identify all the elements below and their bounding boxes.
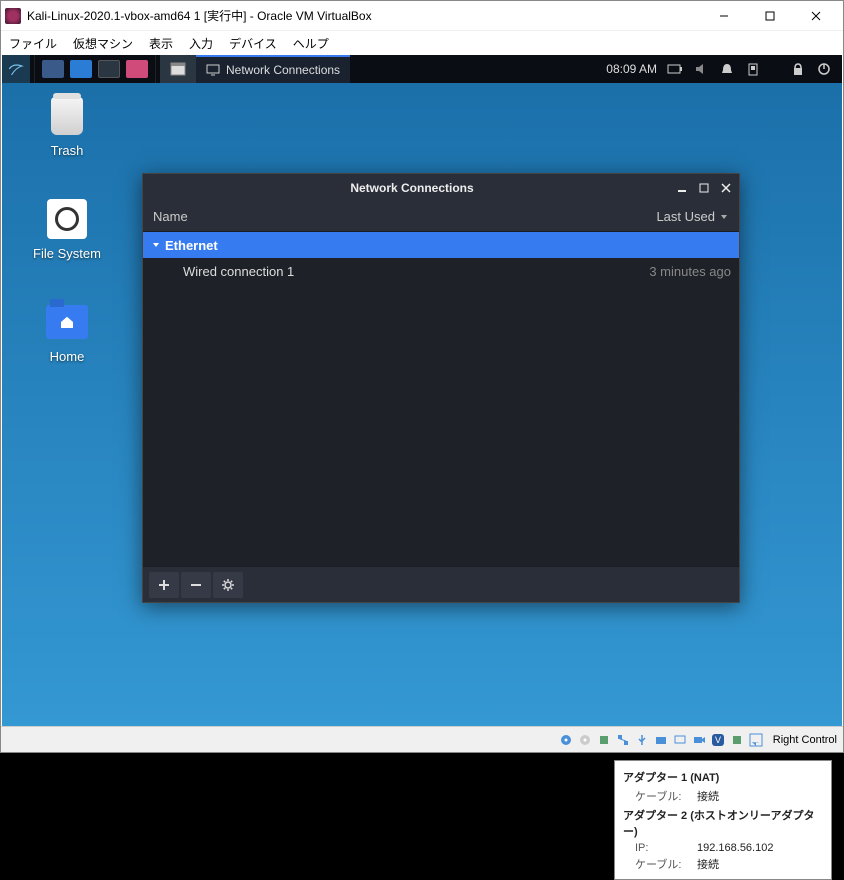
expand-arrow-icon — [151, 240, 161, 250]
desktop-icon-label: File System — [33, 246, 101, 261]
tooltip-ip-value: 192.168.56.102 — [697, 842, 773, 854]
vbox-app-icon — [5, 8, 21, 24]
nc-item-last-used: 3 minutes ago — [649, 264, 731, 279]
tooltip-cable-label: ケーブル: — [635, 788, 697, 804]
sb-mouse-icon[interactable] — [748, 732, 764, 748]
tooltip-adapter2-title: アダプター 2 (ホストオンリーアダプター) — [623, 807, 823, 839]
sb-vboxlogo-icon[interactable]: V — [710, 732, 726, 748]
maximize-button[interactable] — [747, 2, 793, 30]
sb-usb-icon[interactable] — [634, 732, 650, 748]
launcher-desktop-icon[interactable] — [42, 60, 64, 78]
logout-icon[interactable] — [816, 61, 832, 77]
power-icon[interactable] — [745, 61, 761, 77]
desktop-icon-home[interactable]: Home — [22, 301, 112, 364]
desktop-icon-label: Home — [50, 349, 85, 364]
plus-icon — [157, 578, 171, 592]
sb-recording-icon[interactable] — [691, 732, 707, 748]
hostkey-indicator[interactable]: Right Control — [773, 734, 837, 746]
taskbar-item-label: Network Connections — [226, 63, 340, 77]
nc-item-name: Wired connection 1 — [183, 264, 649, 279]
menu-help[interactable]: ヘルプ — [293, 35, 329, 52]
tooltip-cable2-value: 接続 — [697, 856, 719, 872]
sb-cpu-icon[interactable] — [729, 732, 745, 748]
nc-toolbar — [143, 566, 739, 602]
desktop-icon-trash[interactable]: Trash — [22, 95, 112, 158]
taskbar-item-window[interactable] — [160, 55, 196, 83]
sb-display-icon[interactable] — [672, 732, 688, 748]
menu-devices[interactable]: デバイス — [229, 35, 277, 52]
menu-input[interactable]: 入力 — [189, 35, 213, 52]
network-connections-dialog[interactable]: Network Connections Name Last Used Ether… — [142, 173, 740, 603]
kali-panel: Network Connections 08:09 AM — [2, 55, 842, 83]
nc-group-label: Ethernet — [165, 238, 218, 253]
taskbar-item-network-connections[interactable]: Network Connections — [196, 55, 350, 83]
add-connection-button[interactable] — [149, 572, 179, 598]
launcher-files-icon[interactable] — [70, 60, 92, 78]
tooltip-ip-label: IP: — [635, 842, 697, 854]
tooltip-cable2-label: ケーブル: — [635, 856, 697, 872]
sb-audio-icon[interactable] — [596, 732, 612, 748]
nc-minimize-button[interactable] — [675, 181, 689, 195]
nc-group-ethernet[interactable]: Ethernet — [143, 232, 739, 258]
nc-list-header: Name Last Used — [143, 202, 739, 232]
nc-title: Network Connections — [149, 181, 675, 195]
disk-icon — [47, 199, 87, 239]
minimize-button[interactable] — [701, 2, 747, 30]
nc-connection-item[interactable]: Wired connection 1 3 minutes ago — [143, 258, 739, 284]
network-adapter-tooltip: アダプター 1 (NAT) ケーブル: 接続 アダプター 2 (ホストオンリーア… — [614, 760, 832, 880]
guest-desktop[interactable]: Network Connections 08:09 AM Trash — [2, 55, 842, 726]
home-folder-icon — [46, 305, 88, 339]
tooltip-adapter1-title: アダプター 1 (NAT) — [623, 769, 823, 785]
desktop-icons: Trash File System Home — [22, 95, 112, 364]
minus-icon — [189, 578, 203, 592]
vbox-title: Kali-Linux-2020.1-vbox-amd64 1 [実行中] - O… — [27, 7, 701, 24]
menu-view[interactable]: 表示 — [149, 35, 173, 52]
vbox-statusbar: V Right Control — [1, 726, 843, 752]
column-last-used-label: Last Used — [656, 209, 715, 224]
battery-icon[interactable] — [667, 61, 683, 77]
nc-close-button[interactable] — [719, 181, 733, 195]
vbox-menubar: ファイル 仮想マシン 表示 入力 デバイス ヘルプ — [1, 31, 843, 55]
monitor-icon — [206, 63, 220, 77]
vbox-titlebar[interactable]: Kali-Linux-2020.1-vbox-amd64 1 [実行中] - O… — [1, 1, 843, 31]
sb-harddisk-icon[interactable] — [558, 732, 574, 748]
trash-icon — [51, 97, 83, 135]
virtualbox-window: Kali-Linux-2020.1-vbox-amd64 1 [実行中] - O… — [0, 0, 844, 753]
close-button[interactable] — [793, 2, 839, 30]
nc-maximize-button[interactable] — [697, 181, 711, 195]
launcher-terminal-icon[interactable] — [98, 60, 120, 78]
panel-separator — [155, 55, 156, 83]
column-name[interactable]: Name — [153, 209, 656, 224]
sb-optical-icon[interactable] — [577, 732, 593, 748]
desktop-icon-label: Trash — [51, 143, 84, 158]
lock-icon[interactable] — [790, 61, 806, 77]
menu-machine[interactable]: 仮想マシン — [73, 35, 133, 52]
clock[interactable]: 08:09 AM — [606, 62, 657, 76]
svg-text:V: V — [715, 735, 721, 745]
panel-separator — [34, 55, 35, 83]
launcher-app-icon[interactable] — [126, 60, 148, 78]
tooltip-cable-value: 接続 — [697, 788, 719, 804]
notifications-icon[interactable] — [719, 61, 735, 77]
sb-network-icon[interactable] — [615, 732, 631, 748]
volume-icon[interactable] — [693, 61, 709, 77]
nc-titlebar[interactable]: Network Connections — [143, 174, 739, 202]
menu-file[interactable]: ファイル — [9, 35, 57, 52]
kali-menu-icon[interactable] — [2, 55, 30, 83]
sort-arrow-icon — [719, 212, 729, 222]
sb-shared-folders-icon[interactable] — [653, 732, 669, 748]
gear-icon — [221, 578, 235, 592]
column-last-used[interactable]: Last Used — [656, 209, 729, 224]
nc-list[interactable]: Ethernet Wired connection 1 3 minutes ag… — [143, 232, 739, 566]
desktop-icon-filesystem[interactable]: File System — [22, 198, 112, 261]
remove-connection-button[interactable] — [181, 572, 211, 598]
edit-connection-button[interactable] — [213, 572, 243, 598]
